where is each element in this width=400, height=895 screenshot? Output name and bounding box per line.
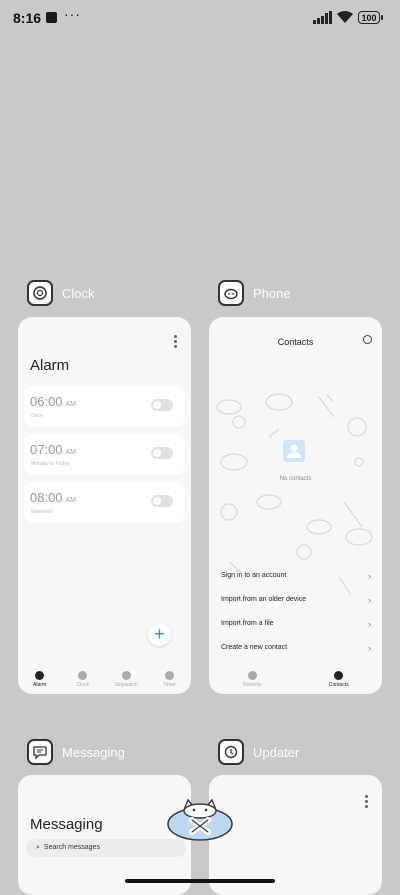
app-card-phone[interactable]: Contacts No contacts Sign in to an accou… <box>209 317 382 694</box>
app-header-updater[interactable]: Updater <box>218 738 299 766</box>
nav-stopwatch[interactable]: Stopwatch <box>106 671 146 688</box>
chevron-right-icon: › <box>368 619 371 629</box>
home-indicator[interactable] <box>125 879 275 883</box>
more-options-icon[interactable] <box>174 335 177 350</box>
battery-icon: 100 <box>358 11 380 24</box>
search-field[interactable]: ⌕ Search messages <box>26 839 186 857</box>
alarm-toggle[interactable] <box>151 399 173 411</box>
nav-clock[interactable]: Clock <box>63 671 103 688</box>
status-bar: 8:16 ··· 100 <box>0 0 400 36</box>
app-name: Messaging <box>62 744 125 760</box>
app-card-updater[interactable] <box>209 775 382 895</box>
phone-icon <box>247 671 257 680</box>
chevron-right-icon: › <box>368 571 371 581</box>
app-header-messaging[interactable]: Messaging <box>27 738 125 766</box>
alarm-repeat: Monday to Friday <box>31 461 70 467</box>
nav-contacts[interactable]: Contacts <box>319 671 359 688</box>
option-create-contact[interactable]: Create a new contact › <box>221 643 371 653</box>
alarm-repeat: Once <box>31 413 43 419</box>
page-title: Messaging <box>30 816 103 833</box>
clock-app-icon <box>27 280 53 306</box>
nav-alarm[interactable]: Alarm <box>20 671 60 688</box>
nav-recents[interactable]: Recents <box>232 671 272 688</box>
wifi-icon <box>337 10 353 23</box>
background-doodles <box>216 393 373 596</box>
nav-timer[interactable]: Timer <box>149 671 189 688</box>
notification-icon <box>46 12 57 23</box>
clear-all-button[interactable] <box>166 790 234 842</box>
bottom-nav: Alarm Clock Stopwatch Timer <box>18 671 191 688</box>
alarm-icon <box>35 671 45 680</box>
app-name: Updater <box>253 744 300 760</box>
person-icon <box>334 671 344 680</box>
alarm-time: 08:00 AM <box>30 490 77 505</box>
app-name: Phone <box>253 285 291 301</box>
settings-icon[interactable] <box>363 335 372 344</box>
app-name: Clock <box>62 285 95 301</box>
bottom-nav: Recents Contacts <box>209 671 382 688</box>
alarm-toggle[interactable] <box>151 447 173 459</box>
status-time: 8:16 <box>13 10 42 26</box>
contact-placeholder-icon <box>283 440 305 462</box>
app-header-clock[interactable]: Clock <box>27 279 95 307</box>
option-sign-in[interactable]: Sign in to an account › <box>221 571 371 581</box>
clock-icon <box>78 671 88 680</box>
search-icon: ⌕ <box>36 844 40 851</box>
timer-icon <box>164 671 174 680</box>
messaging-app-icon <box>27 739 53 765</box>
alarm-item[interactable]: 06:00 AM Once <box>24 385 185 427</box>
stopwatch-icon <box>121 671 131 680</box>
chevron-right-icon: › <box>368 595 371 605</box>
signal-icon <box>313 11 332 24</box>
empty-state-text: No contacts <box>279 476 312 482</box>
more-notifications-icon: ··· <box>64 6 81 22</box>
page-title: Alarm <box>30 357 70 374</box>
app-header-phone[interactable]: Phone <box>218 279 291 307</box>
alarm-item[interactable]: 07:00 AM Monday to Friday <box>24 433 185 475</box>
alarm-item[interactable]: 08:00 AM Weekend <box>24 481 185 523</box>
battery-tip <box>381 15 383 20</box>
chevron-right-icon: › <box>368 643 371 653</box>
app-card-clock[interactable]: Alarm 06:00 AM Once 07:00 AM Monday to Fri… <box>18 317 191 694</box>
updater-app-icon <box>218 739 244 765</box>
add-alarm-button[interactable]: + <box>148 623 171 646</box>
alarm-repeat: Weekend <box>31 509 53 515</box>
page-title: Contacts <box>277 337 314 347</box>
option-import-older-device[interactable]: Import from an older device › <box>221 595 371 605</box>
phone-app-icon <box>218 280 244 306</box>
alarm-time: 07:00 AM <box>30 442 77 457</box>
alarm-toggle[interactable] <box>151 495 173 507</box>
more-options-icon[interactable] <box>365 795 368 810</box>
option-import-file[interactable]: Import from a file › <box>221 619 371 629</box>
alarm-time: 06:00 AM <box>30 394 77 409</box>
